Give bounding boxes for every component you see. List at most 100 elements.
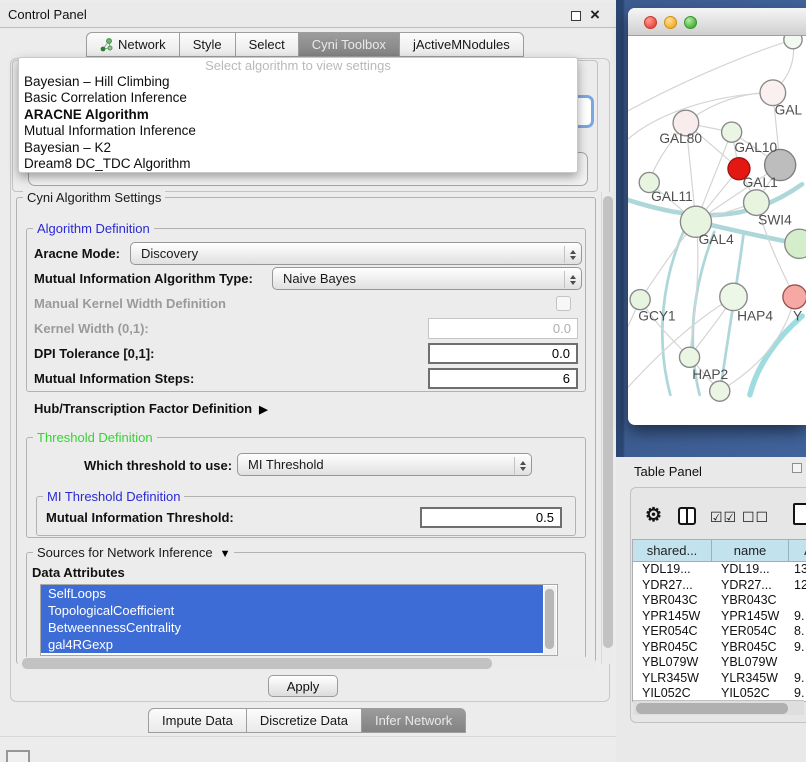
algorithm-option-bayesian-k2[interactable]: Bayesian – K2 xyxy=(19,140,577,156)
aracne-mode-value: Discovery xyxy=(141,246,198,261)
window-minimize-button[interactable] xyxy=(664,16,677,29)
table-cell: YBR045C xyxy=(633,640,712,656)
network-edge[interactable] xyxy=(750,316,802,395)
tab-select[interactable]: Select xyxy=(236,32,299,57)
network-node[interactable] xyxy=(679,347,699,367)
table-row[interactable]: YDR27...YDR27...12 xyxy=(633,578,806,594)
data-attributes-items: SelfLoopsTopologicalCoefficientBetweenne… xyxy=(41,585,557,653)
table-cell: YDR27... xyxy=(633,578,712,594)
window-close-button[interactable] xyxy=(644,16,657,29)
algorithm-option-dream8-dc-tdc-algorithm[interactable]: Dream8 DC_TDC Algorithm xyxy=(19,156,577,172)
table-horizontal-scrollbar[interactable] xyxy=(633,700,804,715)
network-canvas[interactable]: GALGAL80GAL10GAL11GAL1SWI4GAL4GCY1HAP4YH… xyxy=(628,36,806,425)
dpi-tolerance-field[interactable] xyxy=(428,343,578,364)
network-window-titlebar[interactable] xyxy=(628,8,806,36)
settings-vertical-scrollbar-thumb[interactable] xyxy=(603,196,613,648)
data-attribute-item-topologicalcoefficient[interactable]: TopologicalCoefficient xyxy=(41,602,543,619)
settings-vertical-scrollbar[interactable] xyxy=(601,192,614,664)
control-panel-tabs: NetworkStyleSelectCyni ToolboxjActiveMNo… xyxy=(86,32,524,57)
tab-style[interactable]: Style xyxy=(180,32,236,57)
table-settings-gear-icon[interactable]: ⚙ xyxy=(645,504,662,527)
table-panel-float-icon[interactable] xyxy=(792,463,802,473)
table-cell xyxy=(789,593,806,609)
network-node[interactable] xyxy=(783,285,806,309)
data-attribute-item-gal4rgexp[interactable]: gal4RGexp xyxy=(41,636,543,653)
bottom-tab-impute-data[interactable]: Impute Data xyxy=(148,708,247,733)
settings-horizontal-scrollbar[interactable] xyxy=(18,657,596,670)
cyni-algorithm-settings-title: Cyni Algorithm Settings xyxy=(23,190,165,205)
table-cell: YBR043C xyxy=(712,593,789,609)
table-cell: YLR345W xyxy=(633,671,712,687)
which-threshold-select[interactable]: MI Threshold xyxy=(237,453,532,476)
combo-arrows-icon xyxy=(564,246,576,263)
sources-group-title[interactable]: Sources for Network Inference▼ xyxy=(33,545,234,560)
network-node[interactable] xyxy=(720,283,747,310)
algorithm-option-bayesian-hill-climbing[interactable]: Bayesian – Hill Climbing xyxy=(19,74,577,90)
close-panel-icon[interactable]: × xyxy=(590,5,600,25)
attributes-list-scrollbar[interactable] xyxy=(544,586,556,656)
apply-button[interactable]: Apply xyxy=(268,675,338,697)
network-node[interactable] xyxy=(710,381,730,401)
screen: Control Panel × NetworkStyleSelectCyni T… xyxy=(0,0,806,762)
data-attribute-item-betweennesscentrality[interactable]: BetweennessCentrality xyxy=(41,619,543,636)
split-columns-icon[interactable] xyxy=(678,507,696,525)
attributes-list-scrollbar-thumb[interactable] xyxy=(545,589,554,649)
algorithm-option-aracne-algorithm[interactable]: ARACNE Algorithm xyxy=(19,107,577,123)
combo-arrows-icon xyxy=(514,457,526,474)
table-cell: YDL19... xyxy=(712,562,789,578)
settings-horizontal-scrollbar-thumb[interactable] xyxy=(22,658,492,669)
table-column-header-a[interactable]: A xyxy=(789,540,806,562)
data-attributes-list[interactable]: SelfLoopsTopologicalCoefficientBetweenne… xyxy=(40,584,558,656)
table-row[interactable]: YDL19...YDL19...13 xyxy=(633,562,806,578)
network-node-label-gal80: GAL80 xyxy=(659,131,702,146)
collapse-right-icon[interactable]: ▶ xyxy=(259,404,267,416)
minimized-panel-icon[interactable] xyxy=(6,750,30,762)
table-row[interactable]: YER054CYER054C8. xyxy=(633,624,806,640)
network-node[interactable] xyxy=(785,229,806,258)
panel-bottom-divider xyxy=(0,736,616,737)
table-cell: YDR27... xyxy=(712,578,789,594)
network-node[interactable] xyxy=(630,290,650,310)
table-row[interactable]: YBR043CYBR043C xyxy=(633,593,806,609)
network-node[interactable] xyxy=(744,190,770,216)
kernel-width-field[interactable] xyxy=(428,318,578,339)
tab-jactivemnodules[interactable]: jActiveMNodules xyxy=(400,32,524,57)
collapse-down-icon[interactable]: ▼ xyxy=(220,548,231,560)
table-cell: 9. xyxy=(789,609,806,625)
network-node-label-gal: GAL xyxy=(775,103,803,118)
table-row[interactable]: YBR045CYBR045C9. xyxy=(633,640,806,656)
manual-kernel-checkbox[interactable] xyxy=(556,296,571,311)
mi-steps-label: Mutual Information Steps: xyxy=(34,367,194,390)
mi-threshold-field[interactable] xyxy=(420,507,562,528)
window-zoom-button[interactable] xyxy=(684,16,697,29)
mi-type-value: Naive Bayes xyxy=(283,271,356,286)
network-node[interactable] xyxy=(784,36,802,49)
hub-definition-toggle[interactable]: Hub/Transcription Factor Definition▶ xyxy=(34,397,268,422)
table-row[interactable]: YLR345WYLR345W9. xyxy=(633,671,806,687)
table-horizontal-scrollbar-thumb[interactable] xyxy=(636,703,788,714)
mi-algorithm-type-select[interactable]: Naive Bayes xyxy=(272,267,582,290)
bottom-tab-infer-network[interactable]: Infer Network xyxy=(362,708,466,733)
network-node-label-gal11: GAL11 xyxy=(651,189,693,204)
aracne-mode-select[interactable]: Discovery xyxy=(130,242,582,265)
deselect-all-checkboxes-icon[interactable]: ☐☐ xyxy=(742,509,769,526)
network-node[interactable] xyxy=(760,80,786,106)
bottom-tab-discretize-data[interactable]: Discretize Data xyxy=(247,708,362,733)
algorithm-option-basic-correlation-inference[interactable]: Basic Correlation Inference xyxy=(19,90,577,106)
network-node[interactable] xyxy=(722,122,742,142)
mi-steps-field[interactable] xyxy=(428,368,578,389)
table-row[interactable]: YBL079WYBL079W xyxy=(633,655,806,671)
table-cell: YPR145W xyxy=(712,609,789,625)
float-panel-icon[interactable] xyxy=(571,11,581,21)
select-all-checkboxes-icon[interactable]: ☑☑ xyxy=(710,509,737,526)
which-threshold-value: MI Threshold xyxy=(248,457,324,472)
table-column-header-shared-[interactable]: shared... xyxy=(633,540,712,562)
document-icon[interactable] xyxy=(793,503,806,525)
data-attribute-item-selfloops[interactable]: SelfLoops xyxy=(41,585,543,602)
tab-network[interactable]: Network xyxy=(86,32,180,57)
tab-cyni-toolbox[interactable]: Cyni Toolbox xyxy=(299,32,400,57)
table-row[interactable]: YPR145WYPR145W9. xyxy=(633,609,806,625)
table-column-header-name[interactable]: name xyxy=(712,540,789,562)
algorithm-option-mutual-information-inference[interactable]: Mutual Information Inference xyxy=(19,123,577,139)
table-body: YDL19...YDL19...13YDR27...YDR27...12YBR0… xyxy=(633,562,806,702)
